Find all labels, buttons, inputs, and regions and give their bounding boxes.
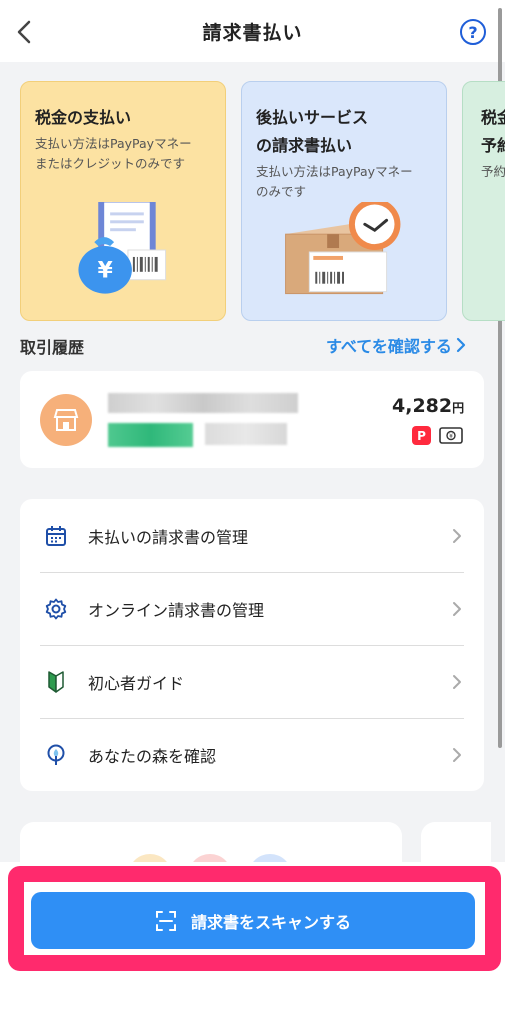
card-title: 後払いサービス の請求書払い: [256, 108, 369, 155]
transaction-row[interactable]: 4,282円 P ¥: [20, 371, 484, 468]
tax-reservation-card[interactable]: 税金 予約 予約: [462, 81, 505, 321]
scan-invoice-button[interactable]: 請求書をスキャンする: [31, 892, 475, 949]
menu-item-label: 初心者ガイド: [88, 673, 185, 693]
menu-item-unpaid-invoices[interactable]: 未払いの請求書の管理: [20, 499, 484, 572]
chevron-right-icon: [453, 747, 461, 762]
beginner-mark-icon: [48, 670, 64, 693]
svg-text:¥: ¥: [98, 259, 113, 284]
menu-item-your-forest[interactable]: あなたの森を確認: [20, 718, 484, 791]
card-title: 税金 予約: [481, 108, 505, 155]
menu-item-beginner-guide[interactable]: 初心者ガイド: [20, 645, 484, 718]
menu-item-label: オンライン請求書の管理: [88, 600, 265, 620]
deferred-payment-card[interactable]: 後払いサービス の請求書払い 支払い方法はPayPayマネー のみです: [241, 81, 447, 321]
svg-text:¥: ¥: [449, 433, 453, 440]
paypay-icon: P: [412, 426, 431, 445]
chevron-right-icon: [453, 674, 461, 689]
see-all-label: すべてを確認する: [326, 337, 452, 356]
calendar-icon: [46, 525, 66, 546]
card-description: 支払い方法はPayPayマネー のみです: [256, 164, 413, 199]
tax-payment-card[interactable]: 税金の支払い 支払い方法はPayPayマネー またはクレジットのみです ¥: [20, 81, 226, 321]
tree-icon: [47, 744, 65, 765]
menu-list: 未払いの請求書の管理 オンライン請求書の管理 初心者ガイド あなたの森を確認: [20, 499, 484, 791]
scan-icon: [155, 910, 176, 931]
chevron-right-icon: [453, 528, 461, 543]
page-title: 請求書払い: [202, 21, 303, 44]
cash-icon: ¥: [439, 427, 463, 444]
menu-item-label: あなたの森を確認: [88, 746, 217, 766]
store-icon: [40, 394, 92, 446]
transaction-amount: 4,282円: [392, 395, 465, 417]
menu-item-label: 未払いの請求書の管理: [88, 527, 249, 547]
chevron-right-icon: [453, 601, 461, 616]
money-bag-illustration-icon: ¥: [78, 202, 167, 294]
scan-button-label: 請求書をスキャンする: [190, 912, 351, 932]
card-description: 予約: [481, 164, 505, 179]
back-arrow-icon[interactable]: [14, 19, 34, 45]
menu-item-online-invoices[interactable]: オンライン請求書の管理: [20, 572, 484, 645]
help-icon[interactable]: ?: [460, 19, 486, 45]
redacted-date: [205, 423, 287, 445]
chevron-right-icon: [456, 337, 466, 353]
package-clock-illustration-icon: [285, 202, 401, 295]
gear-icon: [45, 598, 67, 619]
see-all-link[interactable]: すべてを確認する: [326, 333, 466, 357]
transaction-history-heading: 取引履歴: [20, 338, 85, 357]
redacted-tag: [108, 423, 193, 447]
redacted-merchant-name: [108, 393, 298, 413]
card-title: 税金の支払い: [35, 108, 132, 127]
card-description: 支払い方法はPayPayマネー またはクレジットのみです: [35, 136, 192, 171]
header-bar: 請求書払い ?: [0, 0, 505, 62]
